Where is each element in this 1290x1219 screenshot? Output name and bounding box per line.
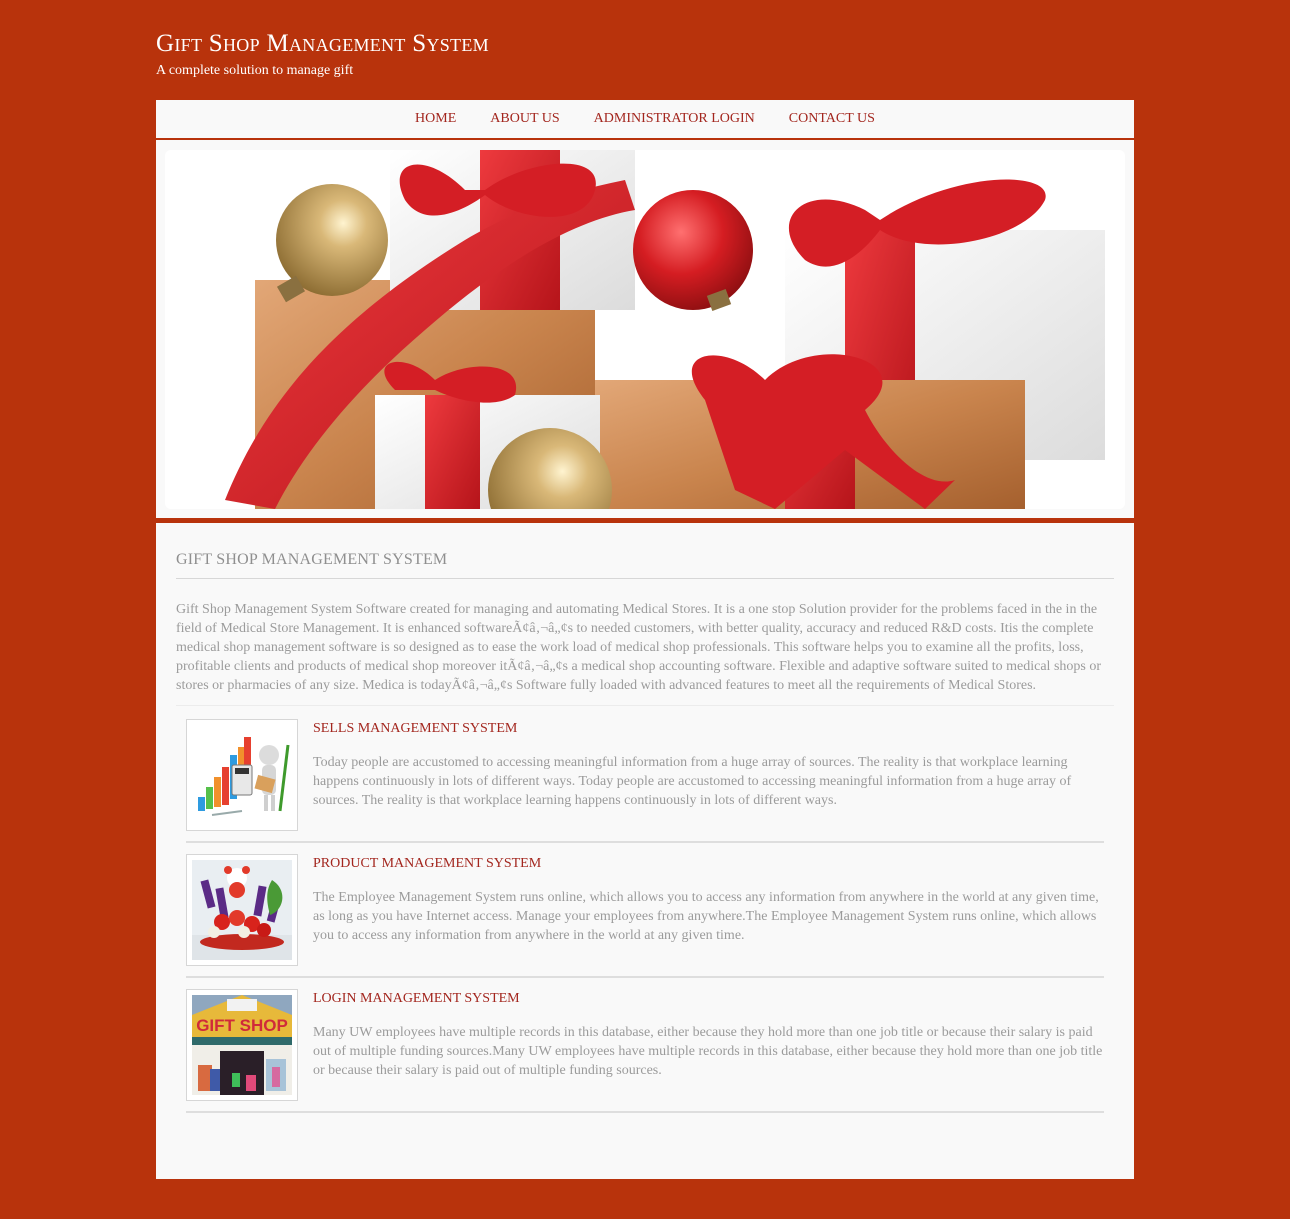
feature-item-login: GIFT SHOP LOGIN MANAGEMENT SYSTEM Many U…: [186, 989, 1104, 1113]
feature-title-product[interactable]: PRODUCT MANAGEMENT SYSTEM: [313, 856, 541, 872]
gifts-illustration: [165, 150, 1125, 509]
gift-basket-image: [186, 854, 298, 966]
feature-item-sells: SELLS MANAGEMENT SYSTEM Today people are…: [186, 719, 1104, 843]
intro-paragraph: Gift Shop Management System Software cre…: [176, 600, 1114, 706]
main-content: GIFT SHOP MANAGEMENT SYSTEM Gift Shop Ma…: [156, 523, 1134, 1179]
nav-administrator-login[interactable]: ADMINISTRATOR LOGIN: [594, 100, 755, 138]
feature-text-sells: Today people are accustomed to accessing…: [313, 755, 1072, 808]
banner-image: [165, 150, 1125, 509]
site-header: Gift Shop Management System A complete s…: [156, 28, 489, 80]
sales-chart-image: [186, 719, 298, 831]
nav-contact-us[interactable]: CONTACT US: [789, 100, 875, 138]
nav-about-us[interactable]: ABOUT US: [490, 100, 559, 138]
storefront-sign: GIFT SHOP: [196, 1016, 288, 1035]
feature-text-login: Many UW employees have multiple records …: [313, 1025, 1103, 1078]
site-title[interactable]: Gift Shop Management System: [156, 28, 489, 60]
storefront-image: GIFT SHOP: [186, 989, 298, 1101]
nav-home[interactable]: HOME: [415, 100, 456, 138]
sales-chart-icon: [192, 725, 292, 825]
banner-container: [156, 140, 1134, 518]
feature-text-product: The Employee Management System runs onli…: [313, 890, 1099, 943]
feature-title-login[interactable]: LOGIN MANAGEMENT SYSTEM: [313, 991, 520, 1007]
gift-shop-storefront-icon: GIFT SHOP: [192, 995, 292, 1095]
section-title: GIFT SHOP MANAGEMENT SYSTEM: [176, 551, 1114, 579]
main-nav: HOME ABOUT US ADMINISTRATOR LOGIN CONTAC…: [156, 100, 1134, 140]
feature-list: SELLS MANAGEMENT SYSTEM Today people are…: [186, 719, 1104, 1124]
teddy-basket-icon: [192, 860, 292, 960]
feature-title-sells[interactable]: SELLS MANAGEMENT SYSTEM: [313, 721, 517, 737]
site-tagline: A complete solution to manage gift: [156, 63, 354, 78]
feature-item-product: PRODUCT MANAGEMENT SYSTEM The Employee M…: [186, 854, 1104, 978]
